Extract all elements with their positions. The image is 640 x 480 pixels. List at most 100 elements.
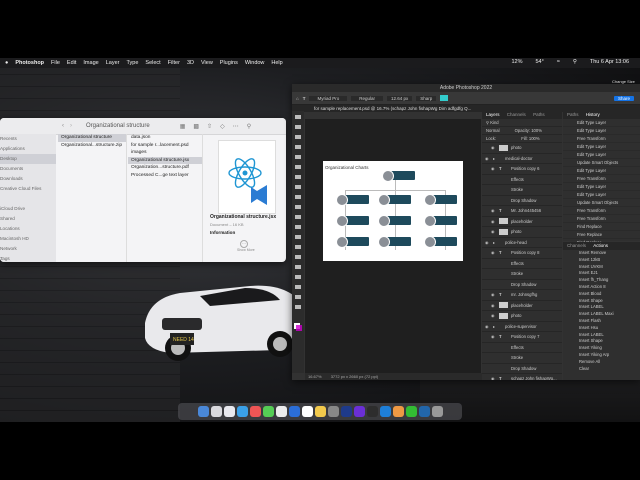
tab-paths[interactable]: Paths (567, 112, 579, 117)
notes-icon[interactable] (314, 406, 326, 417)
history-item[interactable]: Free Transform (563, 135, 640, 143)
org-node[interactable] (378, 215, 411, 227)
visibility-eye-icon[interactable]: ◉ (491, 206, 495, 216)
list-item[interactable]: for sample r...lacement.psd (128, 142, 202, 150)
org-node[interactable] (336, 236, 369, 248)
visibility-eye-icon[interactable]: ◉ (491, 332, 495, 342)
share-icon[interactable]: ⇧ (207, 123, 212, 130)
fill-input[interactable]: 100% (529, 136, 540, 141)
layer-row[interactable]: ◉ T Position copy 6 (482, 164, 562, 175)
action-item[interactable]: Insert EJ1 (563, 270, 640, 277)
terminal-icon[interactable] (366, 406, 378, 417)
menu-filter[interactable]: Filter (168, 60, 180, 66)
opacity-input[interactable]: 100% (531, 128, 542, 133)
visibility-eye-icon[interactable]: ◉ (491, 143, 495, 153)
menu-view[interactable]: View (201, 60, 213, 66)
finder-window[interactable]: ‹ › Organizational structure ▦ ▩ ⇧ ◇ ⋯ ⚲… (0, 118, 286, 262)
mail-icon[interactable] (236, 406, 248, 417)
visibility-eye-icon[interactable]: ◉ (491, 227, 495, 237)
chrome-icon[interactable] (249, 406, 261, 417)
filter-kind[interactable]: Kind (490, 120, 498, 125)
action-item[interactable]: Insert LABEL (563, 304, 640, 311)
layer-row[interactable]: Drop Shadow (482, 196, 562, 206)
menu-3d[interactable]: 3D (187, 60, 194, 66)
org-node[interactable] (378, 194, 411, 206)
text-color-swatch[interactable] (440, 95, 449, 101)
tab-channels[interactable]: Channels (507, 112, 526, 117)
menu-app-name[interactable]: Photoshop (15, 60, 44, 66)
visibility-eye-icon[interactable]: ◉ (491, 164, 495, 174)
org-node[interactable] (378, 236, 411, 248)
action-item[interactable]: Insert LABEL (563, 332, 640, 339)
font-family-select[interactable]: Myriad Pro (309, 95, 348, 101)
visibility-eye-icon[interactable]: ◉ (491, 290, 495, 300)
history-item[interactable]: Edit Type Layer (563, 191, 640, 199)
launchpad-icon[interactable] (210, 406, 222, 417)
action-item[interactable]: Remove All (563, 359, 640, 366)
antialias-select[interactable]: Sharp (416, 95, 437, 101)
sidebar-item[interactable]: Shared (0, 214, 56, 224)
layer-row[interactable]: Stroke (482, 353, 562, 364)
action-item[interactable]: Insert Remove (563, 250, 640, 257)
action-item[interactable]: Insert Hsu (563, 325, 640, 332)
sidebar-item[interactable]: Network (0, 244, 56, 254)
visibility-eye-icon[interactable]: ◉ (491, 301, 495, 311)
app-store-icon[interactable] (288, 406, 300, 417)
home-icon[interactable]: ⌂ (296, 96, 299, 101)
org-node[interactable] (382, 170, 415, 182)
visibility-eye-icon[interactable]: ◉ (485, 238, 489, 248)
zoom-level[interactable]: 16.67% (308, 374, 322, 379)
app-icon[interactable] (405, 406, 417, 417)
layer-filter[interactable]: ⚲ Kind (482, 119, 562, 127)
layer-row[interactable]: ◉ T Position copy 8 (482, 248, 562, 259)
layer-row[interactable]: ◉ T Mr. John445456 (482, 206, 562, 217)
history-item[interactable]: Edit Type Layer (563, 143, 640, 151)
calendar-icon[interactable] (301, 406, 313, 417)
layer-row[interactable]: ◉ photo (482, 143, 562, 154)
more-icon[interactable]: ⋯ (233, 123, 239, 130)
action-item[interactable]: Insert 12kB (563, 257, 640, 264)
more-icon[interactable]: ⋯ (240, 240, 248, 248)
folder-icon[interactable]: ▸ (493, 238, 502, 248)
sidebar-item[interactable]: Documents (0, 164, 56, 174)
vscode-icon[interactable] (379, 406, 391, 417)
photoshop-window[interactable]: Adobe Photoshop 2022 ⌂ T Myriad Pro Regu… (292, 84, 640, 380)
action-item[interactable]: Insert UVKM (563, 264, 640, 271)
action-item[interactable]: Insert Shape (563, 298, 640, 305)
show-more-link[interactable]: Show More (237, 248, 255, 252)
history-item[interactable]: Free Replace (563, 231, 640, 239)
action-item[interactable]: Insert fh_Thang (563, 277, 640, 284)
tag-icon[interactable]: ◇ (220, 123, 225, 130)
finder-icon[interactable] (197, 406, 209, 417)
photos-icon[interactable] (275, 406, 287, 417)
visibility-eye-icon[interactable]: ◉ (491, 248, 495, 258)
visibility-eye-icon[interactable]: ◉ (491, 217, 495, 227)
app-icon[interactable] (392, 406, 404, 417)
clock[interactable]: Thu 6 Apr 13:06 (590, 59, 629, 65)
visibility-eye-icon[interactable]: ◉ (485, 322, 489, 332)
canvas-area[interactable]: Organizational Charts (305, 119, 481, 373)
action-item[interactable]: Insert Yiking (563, 345, 640, 352)
menu-layer[interactable]: Layer (106, 60, 120, 66)
share-button[interactable]: Share (613, 95, 634, 101)
layer-row[interactable]: ◉ photo (482, 311, 562, 322)
apple-icon[interactable]: ● (5, 60, 8, 66)
menu-file[interactable]: File (51, 60, 60, 66)
list-item[interactable]: Organizational structure (58, 134, 126, 142)
org-node[interactable] (336, 194, 369, 206)
action-item[interactable]: Insert Flash (563, 318, 640, 325)
settings-icon[interactable] (327, 406, 339, 417)
messages-icon[interactable] (262, 406, 274, 417)
layer-row[interactable]: ◉ ▸ police-head (482, 238, 562, 248)
blend-mode-select[interactable]: Normal (486, 128, 500, 133)
history-item[interactable]: Edit Type Layer (563, 151, 640, 159)
action-item[interactable]: Insert Shape (563, 338, 640, 345)
history-item[interactable]: Find Replace (563, 223, 640, 231)
sidebar-item[interactable]: Desktop (0, 154, 56, 164)
menu-edit[interactable]: Edit (67, 60, 76, 66)
folder-icon[interactable]: ▸ (493, 154, 502, 164)
history-item[interactable]: Update Smart Objects (563, 159, 640, 167)
document-canvas[interactable]: Organizational Charts (323, 161, 463, 261)
view-columns-icon[interactable]: ▦ (180, 123, 186, 130)
sidebar-item[interactable]: Creative Cloud Files (0, 184, 56, 194)
